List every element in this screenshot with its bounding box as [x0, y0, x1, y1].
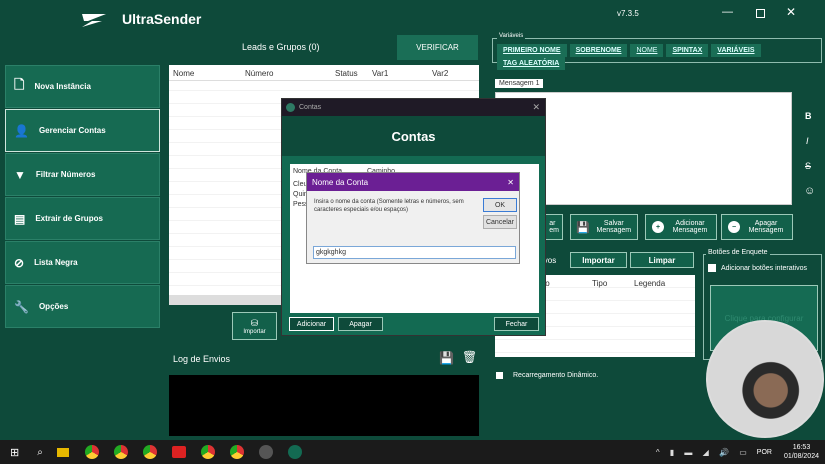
account-name-input[interactable]: gkgkghkg: [313, 246, 516, 259]
sidebar-item-filtrar-numeros[interactable]: ▼ Filtrar Números: [5, 153, 160, 196]
column-header[interactable]: Var1: [372, 69, 388, 78]
dynamic-reload-checkbox[interactable]: Recarregamento Dinâmico.: [496, 372, 598, 379]
chrome-icon[interactable]: [229, 445, 244, 459]
emoji-button[interactable]: ☺: [804, 185, 815, 197]
cancel-button[interactable]: Cancelar: [483, 215, 517, 229]
var-tag-aleatoria[interactable]: TAG ALEATÓRIA: [497, 57, 566, 70]
column-header[interactable]: Legenda: [634, 279, 665, 288]
chrome-icon[interactable]: [113, 445, 128, 459]
ultrasender-taskbar-icon[interactable]: [287, 445, 302, 459]
var-sobrenome[interactable]: SOBRENOME: [569, 44, 628, 57]
video-app-icon[interactable]: [171, 446, 186, 458]
strike-button[interactable]: S: [805, 161, 811, 171]
windows-start-icon[interactable]: ⊞: [10, 446, 19, 459]
close-contas-button[interactable]: Fechar: [494, 317, 539, 331]
database-icon: ⛁: [250, 317, 259, 328]
minimize-icon[interactable]: —: [722, 6, 733, 18]
leads-title: Leads e Grupos (0): [242, 42, 320, 52]
sidebar-item-gerenciar-contas[interactable]: 👤 Gerenciar Contas: [5, 109, 160, 152]
close-icon[interactable]: ✕: [786, 5, 796, 19]
sidebar-item-nova-instancia[interactable]: 🗋 Nova Instância: [5, 65, 160, 108]
log-title: Log de Envios: [173, 354, 231, 364]
app-icon: [286, 103, 295, 112]
filter-icon: ▼: [14, 167, 26, 182]
extract-icon: ▤: [14, 211, 26, 226]
chrome-icon[interactable]: [142, 445, 157, 459]
chrome-icon[interactable]: [200, 445, 215, 459]
column-header[interactable]: Var2: [432, 69, 448, 78]
contas-window-title: Contas: [299, 104, 322, 111]
add-user-icon: 👤: [14, 123, 29, 138]
variables-group: Variáveis PRIMEIRO NOME SOBRENOME NOME SPIN…: [492, 33, 822, 70]
column-header[interactable]: Número: [245, 69, 273, 78]
minus-circle-icon: −: [728, 221, 740, 233]
dialog-close-icon[interactable]: ✕: [507, 178, 514, 187]
dialog-title: Nome da Conta: [312, 177, 369, 187]
account-name-dialog: Nome da Conta ✕ Insira o nome da conta (…: [306, 172, 520, 264]
import-files-button[interactable]: Importar: [570, 252, 627, 268]
ok-button[interactable]: OK: [483, 198, 517, 212]
chrome-icon[interactable]: [84, 445, 99, 459]
save-log-icon[interactable]: 💾: [439, 351, 454, 365]
search-icon[interactable]: ⌕: [37, 447, 43, 458]
contas-close-icon[interactable]: ✕: [532, 102, 540, 113]
column-header[interactable]: Status: [335, 69, 358, 78]
bold-button[interactable]: B: [805, 111, 812, 121]
save-message-button[interactable]: 💾 Salvar Mensagem: [570, 214, 638, 240]
sidebar-item-lista-negra[interactable]: ⊘ Lista Negra: [5, 241, 160, 284]
clear-files-button[interactable]: Limpar: [630, 252, 694, 268]
delete-message-button[interactable]: − Apagar Mensagem: [721, 214, 793, 240]
plus-circle-icon: +: [652, 221, 664, 233]
column-header[interactable]: Tipo: [592, 279, 607, 288]
log-output: [169, 375, 479, 436]
var-variaveis[interactable]: VARIÁVEIS: [711, 44, 761, 57]
dialog-message: Insira o nome da conta (Somente letras e…: [314, 199, 464, 213]
taskbar: ⊞ ⌕ ^ ▮ ▬ ◢ 🔊 ▭ POR 16:53 01/08/2024: [0, 440, 825, 464]
add-message-button[interactable]: + Adicionar Mensagem: [645, 214, 717, 240]
app-version: v7.3.5: [617, 9, 639, 18]
trash-icon[interactable]: 🗑: [462, 350, 477, 364]
var-spintax[interactable]: SPINTAX: [666, 44, 709, 57]
italic-button[interactable]: I: [806, 136, 809, 146]
var-primeiro-nome[interactable]: PRIMEIRO NOME: [497, 44, 567, 57]
clock[interactable]: 16:53 01/08/2024: [784, 443, 819, 461]
tab-mensagem-1[interactable]: Mensagem 1: [495, 79, 544, 88]
add-account-button[interactable]: Adicionar: [289, 317, 334, 331]
delete-account-button[interactable]: Apagar: [338, 317, 383, 331]
contas-header: Contas: [282, 116, 545, 156]
task-view-icon[interactable]: [56, 447, 69, 457]
language-indicator[interactable]: POR: [757, 449, 772, 456]
app-title: UltraSender: [122, 11, 202, 27]
sidebar-item-opcoes[interactable]: 🔧 Opções: [5, 285, 160, 328]
new-file-icon: 🗋: [14, 76, 25, 92]
block-user-icon: ⊘: [14, 255, 25, 270]
import-leads-button[interactable]: ⛁ Importar: [232, 312, 277, 340]
app-logo-icon: [80, 12, 108, 28]
sidebar-item-extrair-grupos[interactable]: ▤ Extrair de Grupos: [5, 197, 160, 240]
app-icon[interactable]: [258, 445, 273, 459]
interactive-buttons-checkbox[interactable]: Adicionar botões interativos: [708, 264, 807, 272]
column-header[interactable]: Nome: [173, 69, 194, 78]
wrench-icon: 🔧: [14, 299, 29, 314]
var-nome[interactable]: NOME: [630, 44, 664, 57]
save-icon: 💾: [576, 221, 590, 234]
tray-icons[interactable]: ^ ▮ ▬ ◢ 🔊 ▭: [656, 448, 751, 457]
maximize-icon[interactable]: [756, 9, 765, 18]
webcam-overlay: [706, 320, 824, 438]
verify-button[interactable]: VERIFICAR: [397, 35, 478, 60]
